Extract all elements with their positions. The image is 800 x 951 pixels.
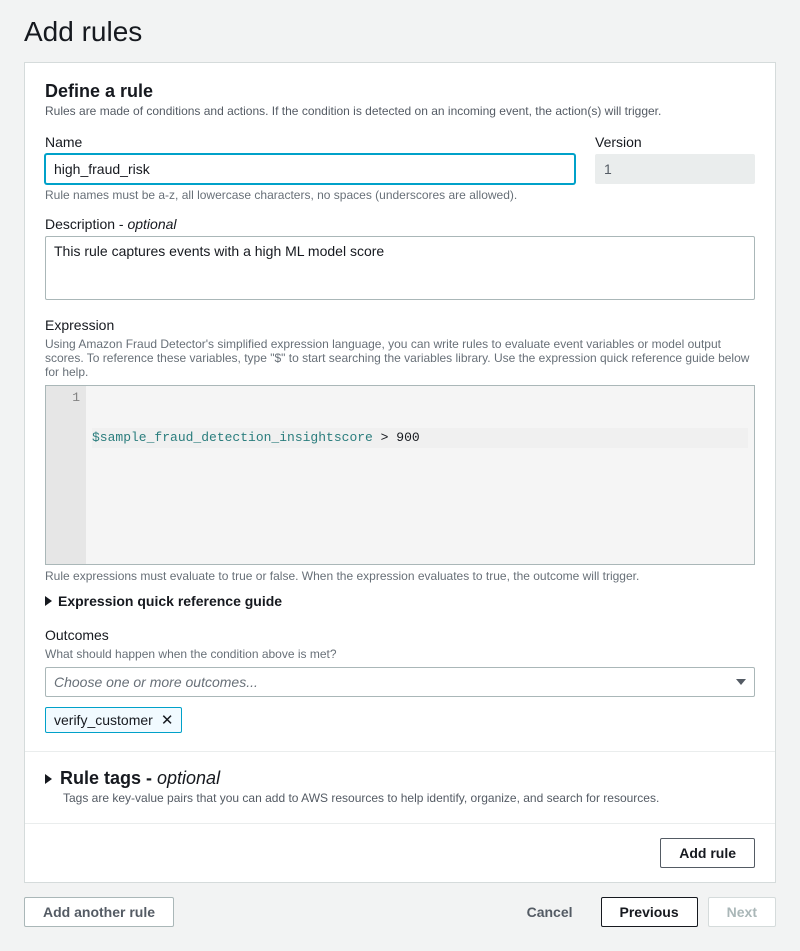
expression-code-area[interactable]: $sample_fraud_detection_insightscore > 9… xyxy=(86,386,754,564)
description-input[interactable] xyxy=(45,236,755,300)
chevron-right-icon xyxy=(45,774,52,784)
rule-tags-title-main: Rule tags - xyxy=(60,768,157,788)
description-label: Description - optional xyxy=(45,216,755,232)
name-hint: Rule names must be a-z, all lowercase ch… xyxy=(45,188,575,202)
define-rule-sub: Rules are made of conditions and actions… xyxy=(45,104,755,118)
description-label-main: Description - xyxy=(45,216,127,232)
define-rule-panel: Define a rule Rules are made of conditio… xyxy=(24,62,776,883)
cancel-button[interactable]: Cancel xyxy=(509,898,591,926)
expression-hint: Rule expressions must evaluate to true o… xyxy=(45,569,755,583)
expression-guide-label: Expression quick reference guide xyxy=(58,593,282,609)
close-icon[interactable]: ✕ xyxy=(161,713,174,728)
version-label: Version xyxy=(595,134,755,150)
outcomes-select[interactable]: Choose one or more outcomes... xyxy=(45,667,755,697)
expression-number-token: 900 xyxy=(396,430,419,445)
define-rule-heading: Define a rule xyxy=(45,81,755,102)
next-button[interactable]: Next xyxy=(708,897,776,927)
name-input[interactable] xyxy=(45,154,575,184)
previous-button[interactable]: Previous xyxy=(601,897,698,927)
rule-tags-sub: Tags are key-value pairs that you can ad… xyxy=(63,791,755,805)
outcome-chip-label: verify_customer xyxy=(54,712,153,728)
chevron-down-icon xyxy=(736,679,746,685)
description-label-optional: optional xyxy=(127,216,176,232)
wizard-footer: Add another rule Cancel Previous Next xyxy=(24,897,776,927)
expression-help: Using Amazon Fraud Detector's simplified… xyxy=(45,337,755,379)
expression-line-number: 1 xyxy=(46,388,80,408)
expression-guide-toggle[interactable]: Expression quick reference guide xyxy=(45,593,755,609)
outcomes-label: Outcomes xyxy=(45,627,755,643)
rule-tags-title: Rule tags - optional xyxy=(60,768,220,789)
expression-editor[interactable]: 1 $sample_fraud_detection_insightscore >… xyxy=(45,385,755,565)
chevron-right-icon xyxy=(45,596,52,606)
expression-gutter: 1 xyxy=(46,386,86,564)
outcomes-sub: What should happen when the condition ab… xyxy=(45,647,755,661)
expression-operator-token: > xyxy=(381,430,389,445)
name-label: Name xyxy=(45,134,575,150)
rule-tags-title-optional: optional xyxy=(157,768,220,788)
version-input xyxy=(595,154,755,184)
expression-variable-token: $sample_fraud_detection_insightscore xyxy=(92,430,373,445)
outcomes-placeholder: Choose one or more outcomes... xyxy=(54,674,258,690)
add-another-rule-button[interactable]: Add another rule xyxy=(24,897,174,927)
add-rule-button[interactable]: Add rule xyxy=(660,838,755,868)
rule-tags-toggle[interactable]: Rule tags - optional xyxy=(45,768,755,789)
outcome-chip: verify_customer ✕ xyxy=(45,707,182,733)
page-title: Add rules xyxy=(24,16,776,48)
expression-label: Expression xyxy=(45,317,755,333)
